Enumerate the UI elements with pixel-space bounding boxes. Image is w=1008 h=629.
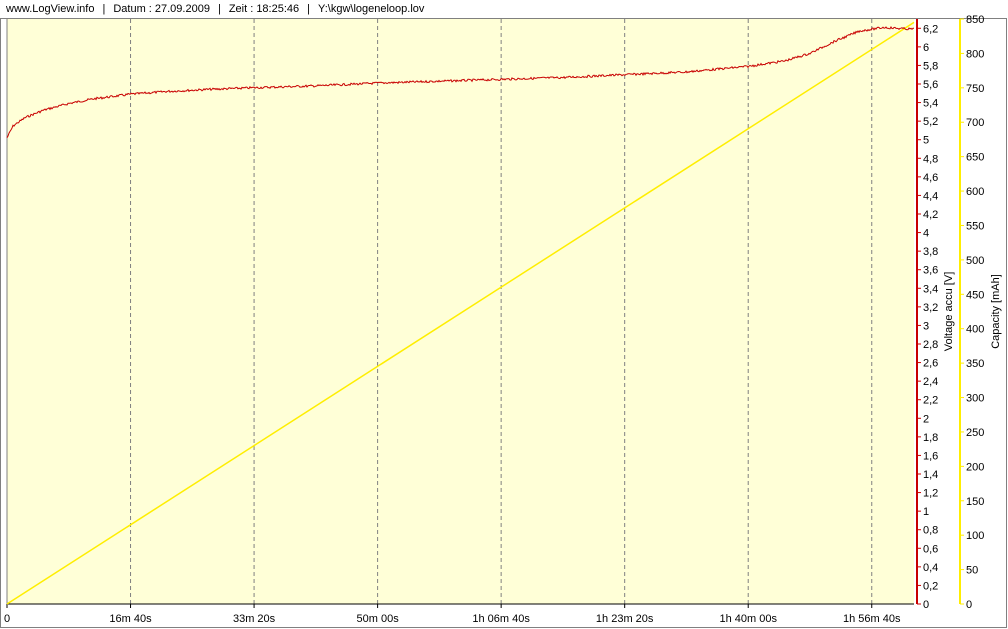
capacity-tick-label: 800 bbox=[966, 48, 984, 60]
capacity-tick-label: 600 bbox=[966, 186, 984, 198]
capacity-tick-label: 750 bbox=[966, 83, 984, 95]
voltage-tick-label: 4 bbox=[923, 228, 929, 240]
capacity-tick-label: 350 bbox=[966, 358, 984, 370]
capacity-tick-label: 550 bbox=[966, 220, 984, 232]
voltage-tick-label: 5,8 bbox=[923, 60, 938, 72]
voltage-tick-label: 3 bbox=[923, 320, 929, 332]
voltage-tick-label: 4,8 bbox=[923, 153, 938, 165]
voltage-tick-label: 0,2 bbox=[923, 580, 938, 592]
voltage-tick-label: 2,4 bbox=[923, 376, 938, 388]
x-tick-label: 16m 40s bbox=[109, 613, 152, 625]
capacity-tick-label: 200 bbox=[966, 461, 984, 473]
voltage-tick-label: 2 bbox=[923, 413, 929, 425]
capacity-tick-label: 400 bbox=[966, 324, 984, 336]
capacity-tick-label: 450 bbox=[966, 289, 984, 301]
voltage-tick-label: 1,6 bbox=[923, 450, 938, 462]
x-tick-label: 1h 40m 00s bbox=[719, 613, 777, 625]
voltage-tick-label: 2,2 bbox=[923, 395, 938, 407]
capacity-tick-label: 250 bbox=[966, 427, 984, 439]
voltage-tick-label: 0 bbox=[923, 599, 929, 611]
capacity-tick-label: 300 bbox=[966, 393, 984, 405]
voltage-tick-label: 5 bbox=[923, 135, 929, 147]
x-tick-label: 0 bbox=[4, 613, 10, 625]
voltage-tick-label: 1,4 bbox=[923, 469, 938, 481]
voltage-tick-label: 3,4 bbox=[923, 283, 938, 295]
voltage-axis-title: Voltage accu [V] bbox=[943, 272, 955, 352]
x-tick-label: 33m 20s bbox=[233, 613, 276, 625]
voltage-tick-label: 2,6 bbox=[923, 358, 938, 370]
voltage-tick-label: 0,4 bbox=[923, 562, 938, 574]
capacity-tick-label: 0 bbox=[966, 599, 972, 611]
voltage-tick-label: 3,6 bbox=[923, 265, 938, 277]
x-tick-label: 1h 06m 40s bbox=[472, 613, 530, 625]
voltage-tick-label: 5,4 bbox=[923, 98, 938, 110]
capacity-tick-label: 850 bbox=[966, 14, 984, 26]
voltage-tick-label: 4,4 bbox=[923, 190, 938, 202]
capacity-axis-title: Capacity [mAh] bbox=[990, 274, 1002, 349]
capacity-tick-label: 500 bbox=[966, 255, 984, 267]
voltage-tick-label: 1 bbox=[923, 506, 929, 518]
voltage-tick-label: 4,2 bbox=[923, 209, 938, 221]
capacity-tick-label: 700 bbox=[966, 117, 984, 129]
voltage-tick-label: 5,2 bbox=[923, 116, 938, 128]
chart: 0 16m 40s 33m 20s 50m 00s 1h 06m 40s 1h 23m 2… bbox=[0, 14, 1007, 628]
voltage-tick-label: 1,8 bbox=[923, 432, 938, 444]
voltage-tick-label: 0,8 bbox=[923, 525, 938, 537]
capacity-tick-label: 100 bbox=[966, 530, 984, 542]
voltage-tick-label: 3,8 bbox=[923, 246, 938, 258]
voltage-tick-label: 1,2 bbox=[923, 488, 938, 500]
x-tick-label: 50m 00s bbox=[357, 613, 400, 625]
capacity-tick-label: 50 bbox=[966, 565, 978, 577]
voltage-tick-label: 0,6 bbox=[923, 543, 938, 555]
x-tick-label: 1h 56m 40s bbox=[843, 613, 901, 625]
voltage-tick-label: 6,2 bbox=[923, 23, 938, 35]
capacity-tick-label: 150 bbox=[966, 496, 984, 508]
voltage-tick-label: 4,6 bbox=[923, 172, 938, 184]
capacity-tick-label: 650 bbox=[966, 152, 984, 164]
voltage-tick-label: 5,6 bbox=[923, 79, 938, 91]
voltage-tick-label: 2,8 bbox=[923, 339, 938, 351]
voltage-tick-label: 3,2 bbox=[923, 302, 938, 314]
voltage-tick-label: 6 bbox=[923, 42, 929, 54]
x-tick-label: 1h 23m 20s bbox=[596, 613, 654, 625]
